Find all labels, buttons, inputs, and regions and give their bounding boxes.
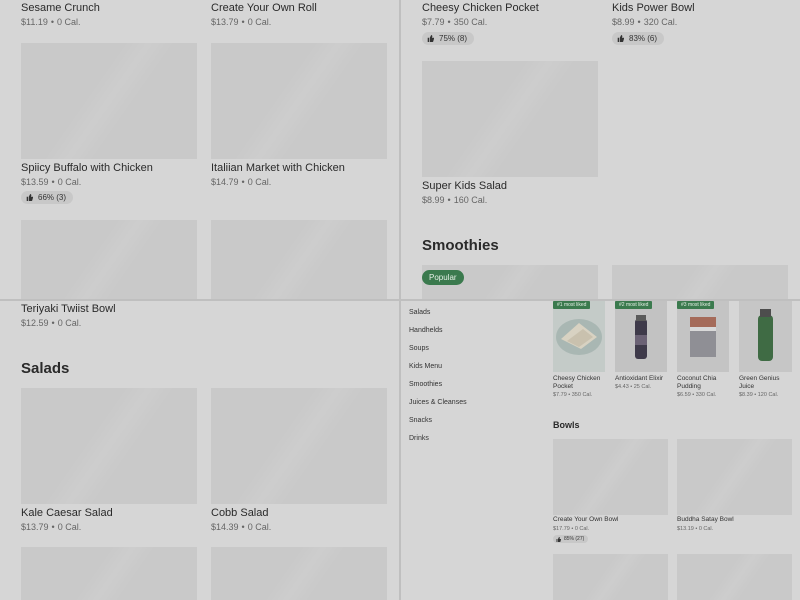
item-name[interactable]: Coconut Chia Pudding: [677, 375, 733, 391]
item-image[interactable]: [553, 554, 668, 600]
thumbs-up-icon: [617, 35, 624, 42]
nav-item-handhelds[interactable]: Handhelds: [409, 327, 442, 334]
item-image-antioxidant-elixir[interactable]: [615, 301, 667, 372]
item-price: $8.99 • 320 Cal.: [612, 17, 678, 27]
item-price: $7.79 • 350 Cal.: [553, 392, 593, 398]
item-image[interactable]: [553, 439, 668, 515]
rating-badge: 83% (6): [612, 32, 665, 45]
juice-bottle-icon: [758, 309, 773, 361]
item-image[interactable]: [21, 388, 197, 504]
item-image[interactable]: [211, 220, 387, 299]
item-image-coconut-chia-pudding[interactable]: [677, 301, 729, 372]
item-image[interactable]: [21, 220, 197, 299]
section-heading-smoothies: Smoothies: [422, 237, 499, 254]
item-name[interactable]: Antioxidant Elixir: [615, 375, 675, 383]
item-price: $13.19 • 0 Cal.: [677, 526, 714, 532]
rating-text: 66% (3): [38, 193, 67, 202]
item-name[interactable]: Create Your Own Bowl: [553, 516, 618, 524]
pudding-cup-icon: [690, 317, 716, 357]
item-name[interactable]: Teriyaki Twiist Bowl: [21, 303, 116, 315]
item-image[interactable]: [211, 547, 387, 600]
item-name[interactable]: Create Your Own Roll: [211, 2, 317, 14]
section-heading-bowls: Bowls: [553, 420, 580, 430]
item-name[interactable]: Italiian Market with Chicken: [211, 162, 345, 174]
item-price: $4.43 • 25 Cal.: [615, 384, 652, 390]
item-price: $8.99 • 160 Cal.: [422, 195, 488, 205]
thumbs-up-icon: [427, 35, 434, 42]
item-name[interactable]: Kale Caesar Salad: [21, 507, 113, 519]
item-name[interactable]: Cheesy Chicken Pocket: [422, 2, 539, 14]
rating-badge: 66% (3): [21, 191, 74, 204]
item-price: $13.79 • 0 Cal.: [21, 522, 82, 532]
item-name[interactable]: Green Genius Juice: [739, 375, 791, 391]
most-liked-tag: #2 most liked: [615, 301, 653, 309]
item-image[interactable]: [677, 439, 792, 515]
nav-item-soups[interactable]: Soups: [409, 345, 429, 352]
item-name[interactable]: Super Kids Salad: [422, 180, 507, 192]
item-image[interactable]: [21, 547, 197, 600]
item-price: $17.79 • 0 Cal.: [553, 526, 590, 532]
nav-item-kids-menu[interactable]: Kids Menu: [409, 363, 442, 370]
most-liked-tag: #3 most liked: [677, 301, 715, 309]
rating-badge: 75% (8): [422, 32, 475, 45]
item-price: $14.79 • 0 Cal.: [211, 177, 272, 187]
menu-panel-bottom-right: Salads Handhelds Soups Kids Menu Smoothi…: [401, 301, 800, 600]
menu-panel-top-right: Cheesy Chicken Pocket $7.79 • 350 Cal. 75%…: [401, 0, 800, 299]
nav-item-snacks[interactable]: Snacks: [409, 417, 432, 424]
wrap-food-icon: [556, 319, 602, 355]
thumbs-up-icon: [26, 194, 33, 201]
item-image-cheesy-chicken-pocket[interactable]: [553, 301, 605, 372]
popular-badge: Popular: [422, 270, 464, 285]
item-price: $7.79 • 350 Cal.: [422, 17, 488, 27]
item-price: $6.59 • 330 Cal.: [677, 392, 717, 398]
item-price: $13.59 • 0 Cal.: [21, 177, 82, 187]
item-price: $8.39 • 120 Cal.: [739, 392, 779, 398]
item-image[interactable]: [677, 554, 792, 600]
menu-panel-top-left: Sesame Crunch $11.19 • 0 Cal. Create Your …: [0, 0, 399, 299]
bottle-drink-icon: [635, 315, 647, 359]
item-image[interactable]: [612, 265, 788, 299]
menu-panel-bottom-left: Teriyaki Twiist Bowl $12.59 • 0 Cal. Salad…: [0, 301, 399, 600]
nav-item-juices-cleanses[interactable]: Juices & Cleanses: [409, 399, 467, 406]
item-name[interactable]: Cheesy Chicken Pocket: [553, 375, 611, 391]
item-name[interactable]: Buddha Satay Bowl: [677, 516, 734, 524]
item-image[interactable]: [422, 61, 598, 177]
item-price: $13.79 • 0 Cal.: [211, 17, 272, 27]
item-price: $14.39 • 0 Cal.: [211, 522, 272, 532]
nav-item-smoothies[interactable]: Smoothies: [409, 381, 442, 388]
nav-item-drinks[interactable]: Drinks: [409, 435, 429, 442]
item-name[interactable]: Spiicy Buffalo with Chicken: [21, 162, 153, 174]
rating-text: 85% (27): [564, 536, 585, 542]
item-name[interactable]: Sesame Crunch: [21, 2, 100, 14]
item-price: $12.59 • 0 Cal.: [21, 318, 82, 328]
nav-item-salads[interactable]: Salads: [409, 309, 430, 316]
item-name[interactable]: Kids Power Bowl: [612, 2, 695, 14]
rating-badge: 85% (27): [553, 535, 589, 543]
item-image[interactable]: [211, 388, 387, 504]
item-name[interactable]: Cobb Salad: [211, 507, 269, 519]
rating-text: 83% (6): [629, 34, 658, 43]
rating-text: 75% (8): [439, 34, 468, 43]
item-image[interactable]: [21, 43, 197, 159]
section-heading-salads: Salads: [21, 360, 70, 377]
thumbs-up-icon: [556, 536, 561, 542]
most-liked-tag: #1 most liked: [553, 301, 591, 309]
item-image-green-genius-juice[interactable]: [739, 301, 792, 372]
item-image[interactable]: [211, 43, 387, 159]
item-price: $11.19 • 0 Cal.: [21, 17, 81, 27]
